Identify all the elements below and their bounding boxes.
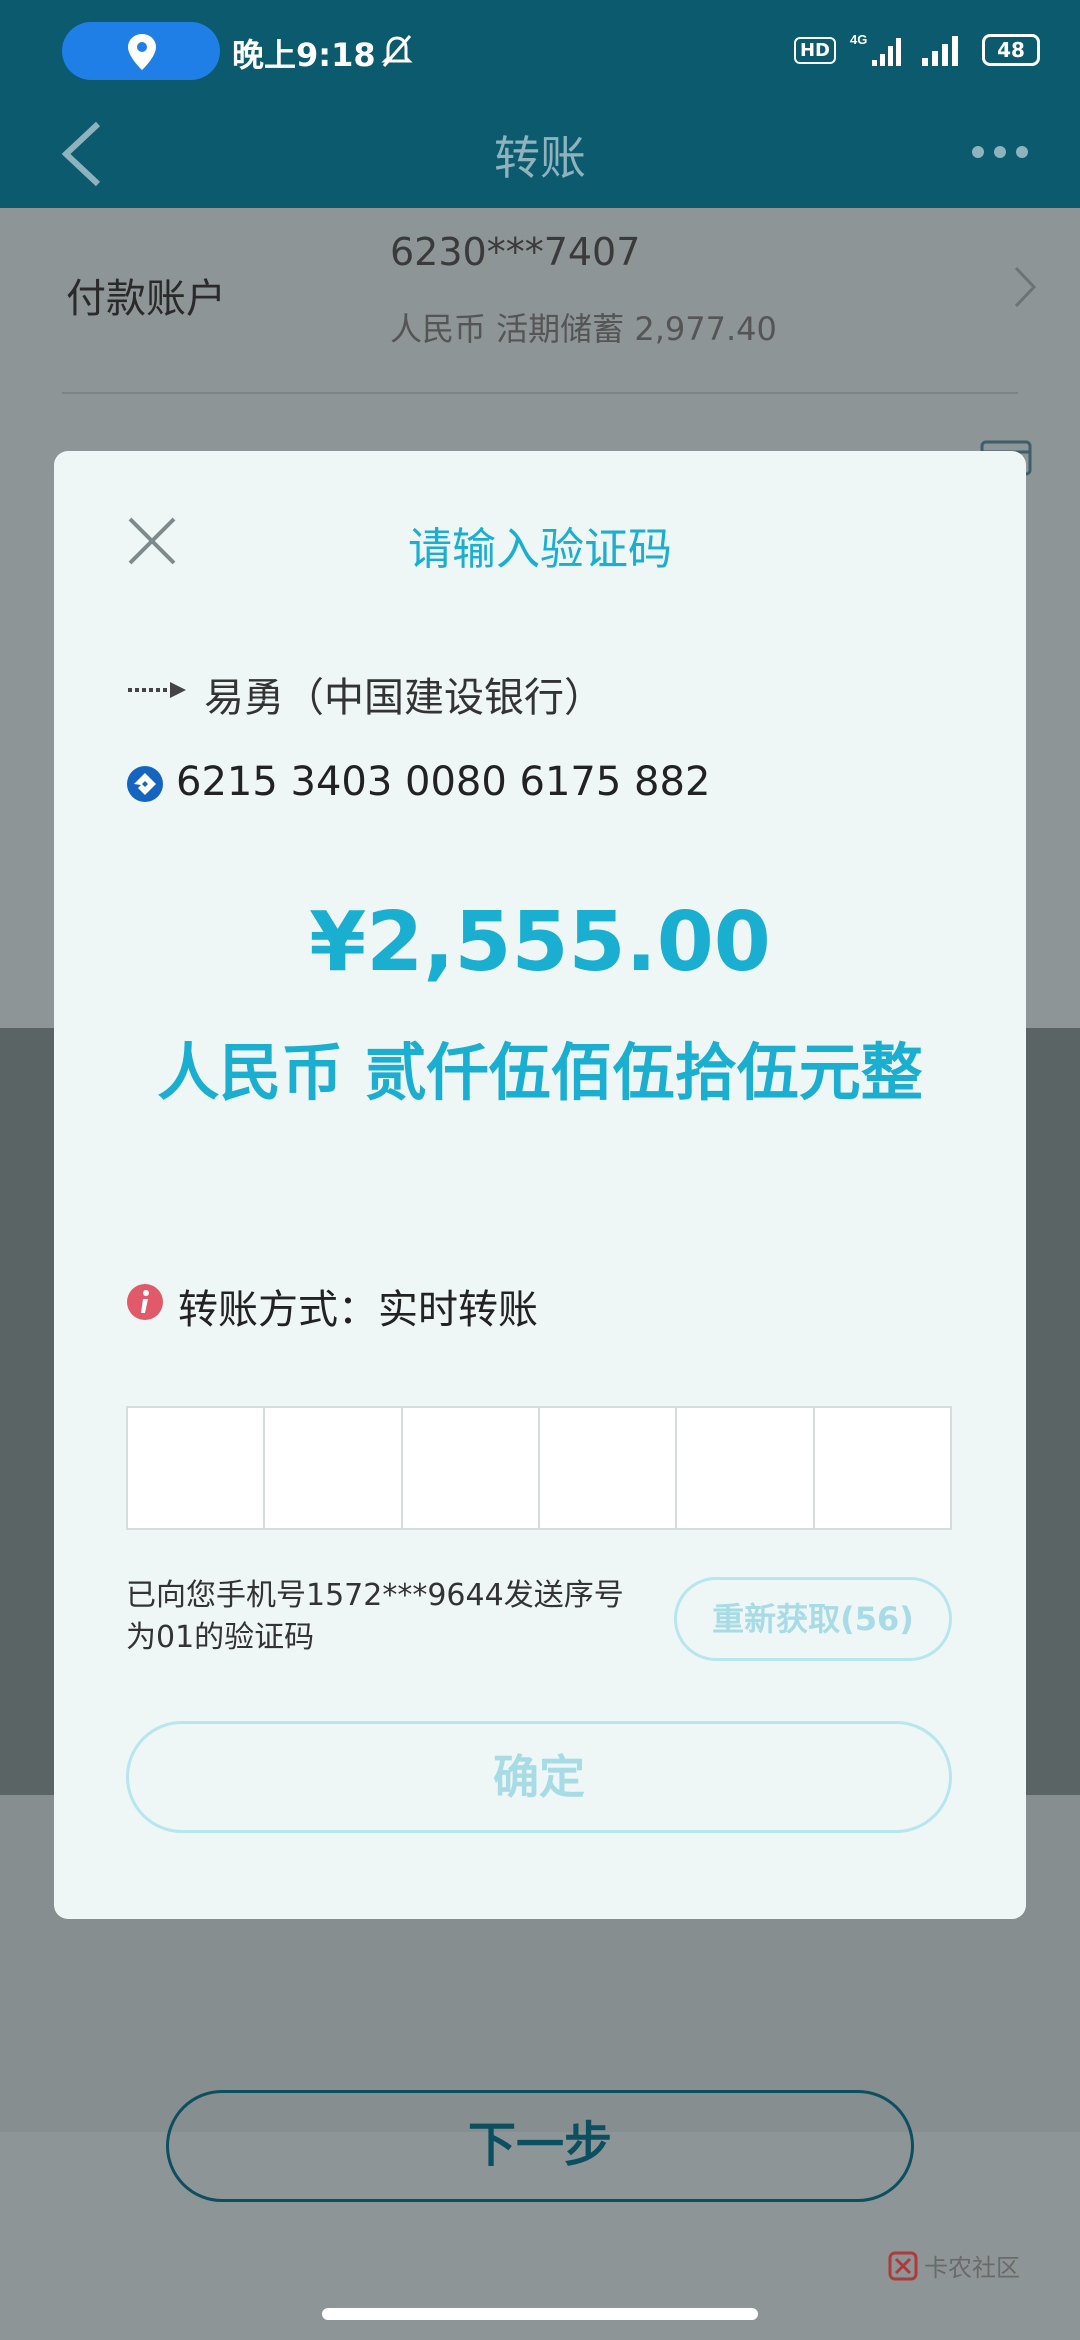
code-digit-cell[interactable] — [403, 1408, 540, 1528]
info-icon — [127, 1284, 163, 1320]
status-time: 晚上9:18 — [232, 36, 376, 74]
next-step-button[interactable]: 下一步 — [166, 2090, 914, 2202]
watermark-text: 卡农社区 — [924, 2254, 1020, 2282]
dialog-title: 请输入验证码 — [408, 524, 672, 575]
payee-name: 易勇（中国建设银行） — [204, 675, 604, 721]
location-pill[interactable] — [62, 22, 220, 80]
signal-4g-icon: 4G — [850, 32, 901, 66]
resend-code-button[interactable]: 重新获取(56) — [674, 1577, 952, 1661]
status-bar: 晚上9:18 HD 4G 48 — [0, 0, 1080, 100]
location-pin-icon — [128, 34, 156, 70]
battery-icon: 48 — [982, 34, 1040, 66]
home-indicator[interactable] — [322, 2308, 758, 2320]
bell-muted-icon — [381, 35, 413, 67]
verification-dialog: 请输入验证码 易勇（中国建设银行） 6215 3403 0080 6175 88… — [54, 451, 1026, 1919]
more-icon[interactable] — [970, 140, 1030, 164]
divider — [62, 392, 1018, 394]
page-title: 转账 — [494, 131, 586, 185]
signal-icon — [922, 36, 958, 66]
transfer-amount: ¥2,555.00 — [309, 895, 771, 990]
chevron-right-icon[interactable] — [1010, 262, 1040, 312]
payment-account-label: 付款账户 — [66, 276, 226, 322]
code-digit-cell[interactable] — [265, 1408, 403, 1528]
code-digit-cell[interactable] — [540, 1408, 678, 1528]
transfer-method: 转账方式：实时转账 — [178, 1287, 538, 1333]
kanong-logo-icon — [888, 2251, 918, 2280]
code-digit-cell[interactable] — [677, 1408, 815, 1528]
nav-bar: 转账 — [0, 100, 1080, 208]
sms-sent-note: 已向您手机号1572***9644发送序号为01的验证码 — [126, 1578, 624, 1655]
payee-card-number: 6215 3403 0080 6175 882 — [176, 759, 711, 805]
verification-code-input[interactable] — [126, 1406, 952, 1530]
code-digit-cell[interactable] — [815, 1408, 950, 1528]
code-digit-cell[interactable] — [128, 1408, 266, 1528]
transfer-arrow-icon — [128, 682, 186, 698]
payment-account-number[interactable]: 6230***7407 — [390, 230, 640, 274]
svg-text:4G: 4G — [850, 32, 867, 47]
confirm-button[interactable]: 确定 — [126, 1721, 952, 1833]
watermark: 卡农社区 — [888, 2248, 1020, 2283]
hd-badge: HD — [793, 36, 836, 64]
ccb-bank-icon — [127, 766, 163, 802]
amount-in-words: 人民币 贰仟伍佰伍拾伍元整 — [157, 1036, 923, 1109]
payment-account-details: 人民币 活期储蓄 2,977.40 — [390, 310, 777, 348]
